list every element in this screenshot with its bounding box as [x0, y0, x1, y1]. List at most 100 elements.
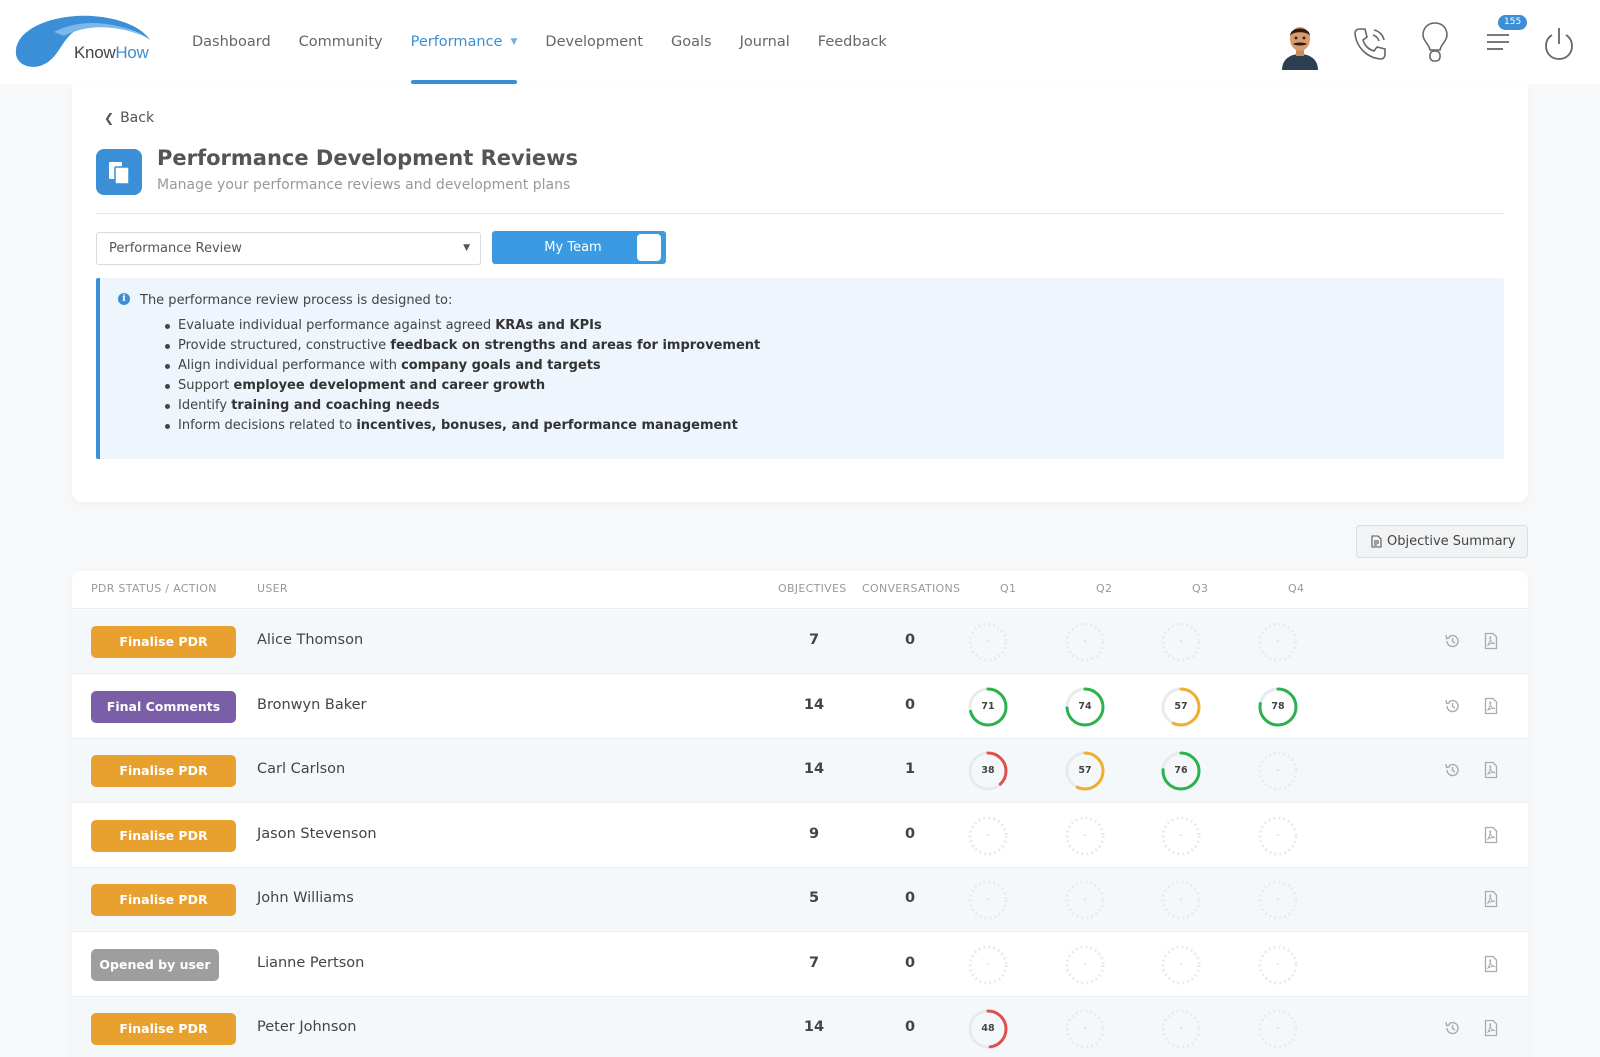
quarter-score-q3: 57 — [1160, 686, 1202, 728]
user-name: Alice Thomson — [257, 632, 364, 648]
pdf-icon[interactable] — [1482, 955, 1500, 973]
objective-summary-button[interactable]: Objective Summary — [1356, 525, 1528, 558]
table-row: Opened by user Lianne Pertson 7 0 - - - - — [72, 933, 1528, 997]
table-row: Finalise PDR Alice Thomson 7 0 - - - - — [72, 610, 1528, 674]
score-value: - — [1276, 829, 1280, 841]
nav-performance[interactable]: Performance ▼ — [397, 0, 532, 84]
quarter-score-q1: - — [967, 621, 1009, 663]
quarter-score-q4: - — [1257, 815, 1299, 857]
table-row: Finalise PDR Peter Johnson 14 0 48 - - - — [72, 997, 1528, 1057]
power-icon[interactable] — [1544, 24, 1574, 62]
conversations-count: 0 — [904, 1019, 916, 1035]
history-icon[interactable] — [1443, 697, 1461, 715]
user-name: Bronwyn Baker — [257, 696, 367, 713]
back-label: Back — [120, 110, 155, 126]
table-row: Final Comments Bronwyn Baker 14 0 71 74 57 78 — [72, 675, 1528, 739]
top-navigation-bar: KnowHow Dashboard Community Performance ▼… — [0, 0, 1600, 84]
my-team-label: My Team — [544, 240, 602, 255]
info-point: Provide structured, constructive feedbac… — [164, 336, 760, 356]
status-action-button[interactable]: Finalise PDR — [91, 1013, 236, 1045]
quarter-score-q4: - — [1257, 879, 1299, 921]
pdf-icon[interactable] — [1482, 1019, 1500, 1037]
score-value: 71 — [981, 700, 995, 712]
pdf-icon[interactable] — [1482, 697, 1500, 715]
quarter-score-q4: - — [1257, 1008, 1299, 1050]
quarter-score-q2: 57 — [1064, 750, 1106, 792]
score-value: - — [1179, 894, 1183, 905]
user-avatar[interactable] — [1280, 22, 1320, 70]
table-header: PDR STATUS / ACTION USER OBJECTIVES CONV… — [72, 571, 1528, 609]
quarter-score-q1: - — [967, 944, 1009, 986]
score-value: - — [1083, 829, 1087, 841]
user-name: John Williams — [257, 890, 354, 906]
menu-icon[interactable] — [1484, 28, 1512, 56]
review-type-value: Performance Review — [109, 241, 242, 256]
conversations-count: 0 — [904, 954, 916, 971]
pdf-icon[interactable] — [1482, 890, 1500, 908]
back-link[interactable]: ❮ Back — [104, 110, 154, 126]
quarter-score-q3: 76 — [1160, 750, 1202, 792]
quarter-score-q3: - — [1160, 815, 1202, 857]
header-conversations: CONVERSATIONS — [862, 582, 961, 595]
user-name: Lianne Pertson — [257, 954, 365, 971]
score-value: - — [1276, 636, 1280, 647]
info-list: Evaluate individual performance against … — [164, 316, 760, 436]
nav-performance-label: Performance — [410, 34, 503, 50]
quarter-score-q2: - — [1064, 621, 1106, 663]
quarter-score-q4: - — [1257, 621, 1299, 663]
nav-dashboard[interactable]: Dashboard — [178, 0, 285, 84]
info-point: Identify training and coaching needs — [164, 396, 760, 416]
quarter-score-q4: - — [1257, 750, 1299, 792]
conversations-count: 0 — [904, 696, 916, 713]
my-team-toggle[interactable]: My Team — [492, 231, 666, 264]
nav-development[interactable]: Development — [531, 0, 657, 84]
history-icon[interactable] — [1443, 1019, 1461, 1037]
documents-icon — [96, 149, 142, 195]
review-type-select[interactable]: Performance Review ▼ — [96, 232, 481, 265]
score-value: 57 — [1078, 765, 1092, 776]
quarter-score-q2: - — [1064, 815, 1106, 857]
pdf-icon[interactable] — [1482, 632, 1500, 650]
nav-goals[interactable]: Goals — [657, 0, 726, 84]
score-value: 76 — [1174, 765, 1188, 776]
status-action-button[interactable]: Finalise PDR — [91, 819, 236, 852]
quarter-score-q1: - — [967, 879, 1009, 921]
history-icon[interactable] — [1443, 632, 1461, 650]
status-action-button[interactable]: Finalise PDR — [91, 884, 236, 916]
score-value: 78 — [1271, 700, 1285, 712]
table-row: Finalise PDR Jason Stevenson 9 0 - - - - — [72, 804, 1528, 868]
objectives-count: 14 — [803, 696, 825, 713]
score-value: - — [1179, 829, 1183, 841]
nav-feedback[interactable]: Feedback — [804, 0, 901, 84]
score-value: - — [986, 829, 990, 841]
caret-down-icon: ▼ — [463, 243, 470, 253]
nav-community[interactable]: Community — [285, 0, 397, 84]
pdf-icon[interactable] — [1482, 761, 1500, 779]
status-action-button[interactable]: Opened by user — [91, 948, 219, 981]
info-panel: i The performance review process is desi… — [96, 278, 1504, 459]
score-value: - — [1083, 636, 1087, 647]
objectives-count: 9 — [808, 825, 820, 842]
header-divider — [96, 213, 1504, 214]
status-action-button[interactable]: Finalise PDR — [91, 626, 236, 658]
history-icon[interactable] — [1443, 761, 1461, 779]
quarter-score-q1: 71 — [967, 686, 1009, 728]
score-value: - — [1179, 1023, 1183, 1034]
quarter-score-q2: 74 — [1064, 686, 1106, 728]
quarter-score-q4: 78 — [1257, 686, 1299, 728]
status-action-button[interactable]: Finalise PDR — [91, 755, 236, 787]
status-action-button[interactable]: Final Comments — [91, 690, 236, 723]
score-value: - — [1083, 958, 1087, 970]
score-value: 48 — [981, 1023, 995, 1034]
phone-icon[interactable] — [1350, 24, 1390, 64]
conversations-count: 0 — [904, 632, 916, 648]
score-value: - — [1276, 1023, 1280, 1034]
score-value: 57 — [1174, 700, 1188, 712]
info-point: Support employee development and career … — [164, 376, 760, 396]
lightbulb-icon[interactable] — [1420, 20, 1450, 66]
info-intro: The performance review process is design… — [140, 293, 453, 308]
conversations-count: 0 — [904, 890, 916, 906]
pdf-icon[interactable] — [1482, 826, 1500, 844]
nav-journal[interactable]: Journal — [726, 0, 804, 84]
quarter-score-q3: - — [1160, 944, 1202, 986]
